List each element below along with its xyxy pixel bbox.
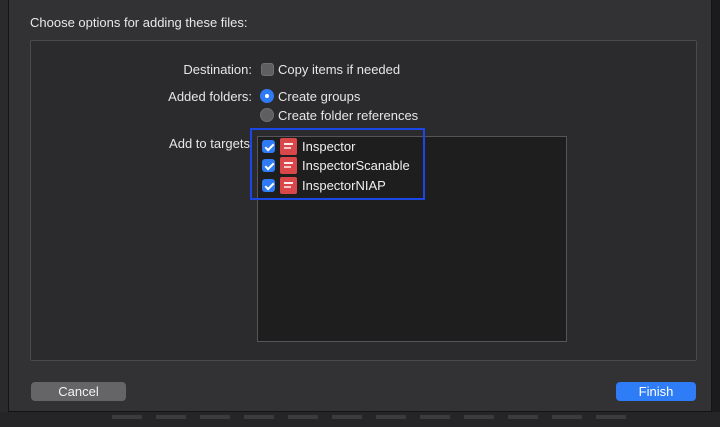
- destination-label: Destination:: [183, 62, 252, 77]
- target-checkbox-inspectorscanable[interactable]: [262, 159, 275, 172]
- background-window-edge: [0, 0, 8, 427]
- finish-button[interactable]: Finish: [616, 382, 696, 401]
- target-checkbox-inspector[interactable]: [262, 140, 275, 153]
- targets-list[interactable]: Inspector InspectorScanable InspectorNIA…: [257, 136, 567, 342]
- added-folders-label: Added folders:: [168, 89, 252, 104]
- target-name: Inspector: [302, 139, 356, 154]
- target-name: InspectorNIAP: [302, 178, 386, 193]
- sheet-title: Choose options for adding these files:: [30, 15, 248, 30]
- create-folder-references-radio[interactable]: [260, 108, 274, 122]
- app-target-icon: [280, 157, 297, 174]
- add-to-targets-label: Add to targets: [169, 136, 250, 151]
- copy-items-label[interactable]: Copy items if needed: [278, 62, 400, 77]
- add-files-sheet: Choose options for adding these files: D…: [8, 0, 712, 412]
- create-groups-radio[interactable]: [260, 89, 274, 103]
- target-name: InspectorScanable: [302, 158, 410, 173]
- target-row-inspectorniap[interactable]: InspectorNIAP: [258, 176, 566, 196]
- app-target-icon: [280, 177, 297, 194]
- background-text-ghost: [112, 415, 632, 419]
- background-window-bottom: [0, 412, 720, 427]
- target-row-inspectorscanable[interactable]: InspectorScanable: [258, 156, 566, 176]
- target-row-inspector[interactable]: Inspector: [258, 137, 566, 157]
- create-groups-label[interactable]: Create groups: [278, 89, 360, 104]
- app-target-icon: [280, 138, 297, 155]
- options-panel: Destination: Copy items if needed Added …: [30, 40, 697, 361]
- create-folder-references-label[interactable]: Create folder references: [278, 108, 418, 123]
- copy-items-checkbox[interactable]: [261, 63, 274, 76]
- target-checkbox-inspectorniap[interactable]: [262, 179, 275, 192]
- cancel-button[interactable]: Cancel: [31, 382, 126, 401]
